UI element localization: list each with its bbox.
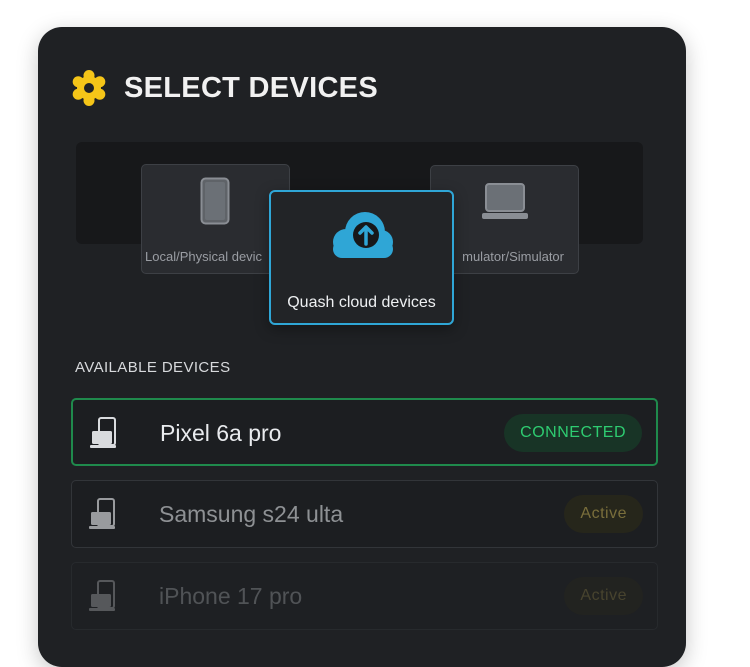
option-cloud-label: Quash cloud devices	[287, 294, 436, 311]
laptop-icon	[482, 183, 528, 219]
option-emulator-label: mulator/Simulator	[462, 249, 564, 264]
device-name: Samsung s24 ulta	[159, 501, 344, 527]
devices-icon	[89, 498, 115, 529]
device-name: iPhone 17 pro	[159, 583, 303, 609]
status-badge: Active	[564, 495, 643, 533]
page-title: SELECT DEVICES	[124, 71, 378, 104]
available-devices-heading: AVAILABLE DEVICES	[75, 359, 231, 376]
devices-icon	[90, 417, 116, 448]
status-badge: CONNECTED	[504, 414, 642, 452]
cloud-upload-icon	[333, 212, 393, 258]
gear-icon	[72, 70, 106, 106]
status-badge: Active	[564, 577, 643, 615]
device-row[interactable]: iPhone 17 pro Active	[71, 562, 658, 630]
phone-icon	[200, 177, 230, 225]
device-row[interactable]: Samsung s24 ulta Active	[71, 480, 658, 548]
device-row[interactable]: Pixel 6a pro CONNECTED	[71, 398, 658, 466]
option-local-label: Local/Physical devic	[145, 249, 263, 264]
devices-icon	[89, 580, 115, 611]
select-devices-panel: SELECT DEVICES Local/Physical devic mula…	[38, 27, 686, 667]
option-local-physical[interactable]: Local/Physical devic	[141, 164, 290, 274]
panel-header: SELECT DEVICES	[71, 70, 378, 106]
device-name: Pixel 6a pro	[160, 420, 282, 446]
option-quash-cloud[interactable]: Quash cloud devices	[269, 190, 454, 325]
